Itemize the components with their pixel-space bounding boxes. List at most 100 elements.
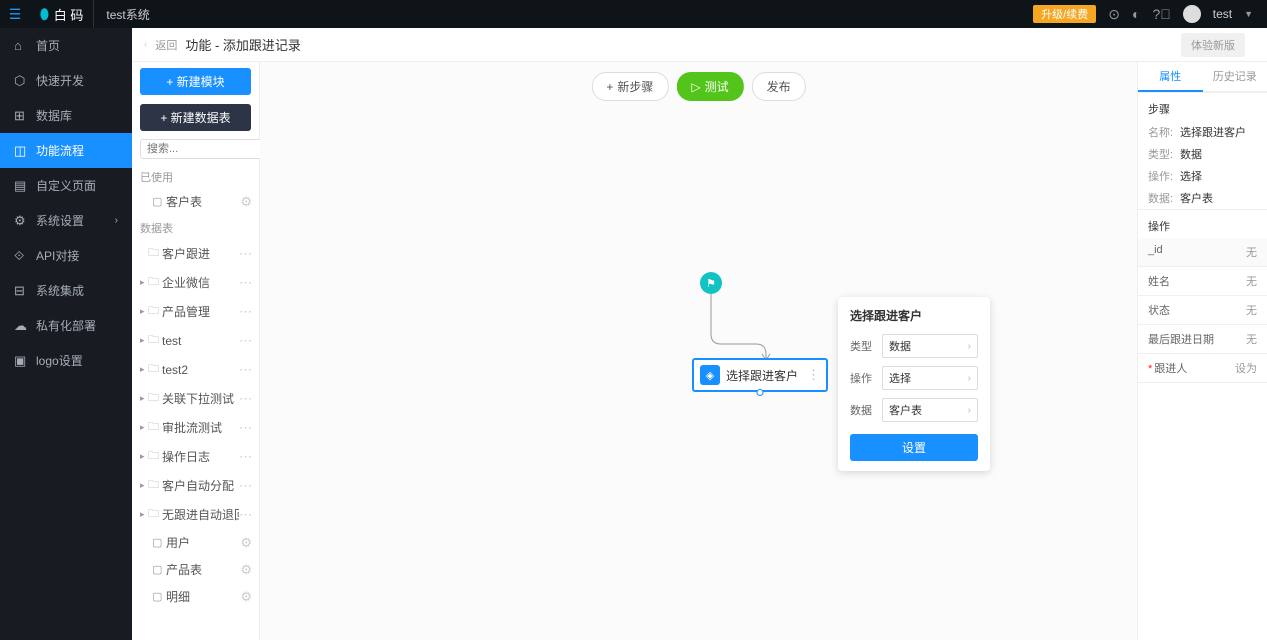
nav-item-API对接[interactable]: ⟐API对接: [0, 238, 132, 273]
more-icon[interactable]: ⋯: [239, 507, 251, 523]
tree-item[interactable]: ▸🗀操作日志⋯: [132, 442, 259, 471]
canvas[interactable]: + 新步骤 ▷ 测试 发布 ⚑ ◈ 选择跟进客户 ⋮ 选择跟进客户 类型数据›操…: [260, 62, 1137, 640]
more-icon[interactable]: ⋯: [239, 246, 251, 262]
menu-toggle-icon[interactable]: ☰: [0, 6, 30, 23]
tree-item[interactable]: ▸🗀客户自动分配⋯: [132, 471, 259, 500]
flow-node-select-customer[interactable]: ◈ 选择跟进客户 ⋮: [692, 358, 828, 392]
nav-item-首页[interactable]: ⌂首页: [0, 28, 132, 63]
nav-item-自定义页面[interactable]: ▤自定义页面: [0, 168, 132, 203]
op-row[interactable]: 状态无: [1138, 296, 1267, 325]
tree-item[interactable]: ▢客户表⚙: [132, 188, 259, 215]
tree-item[interactable]: ▸🗀产品管理⋯: [132, 297, 259, 326]
expand-icon[interactable]: ▸: [140, 451, 148, 462]
popup-select[interactable]: 数据›: [882, 334, 978, 358]
op-key: 状态: [1148, 302, 1170, 318]
start-node[interactable]: ⚑: [700, 272, 722, 294]
new-table-button[interactable]: + 新建数据表: [140, 104, 251, 131]
expand-icon[interactable]: ▸: [140, 422, 148, 433]
op-row[interactable]: 跟进人设为: [1138, 354, 1267, 383]
dashboard-icon[interactable]: ◐: [1132, 6, 1140, 22]
test-button[interactable]: ▷ 测试: [676, 72, 743, 101]
try-new-button[interactable]: 体验新版: [1181, 33, 1245, 57]
expand-icon[interactable]: ▸: [140, 509, 148, 520]
nav-label: 功能流程: [36, 142, 84, 159]
table-icon: ▢: [152, 195, 166, 208]
expand-icon[interactable]: ▸: [140, 364, 148, 375]
tree-item[interactable]: ▸🗀关联下拉测试⋯: [132, 384, 259, 413]
more-icon[interactable]: ⋯: [239, 362, 251, 378]
nav-item-系统设置[interactable]: ⚙系统设置›: [0, 203, 132, 238]
nav-item-系统集成[interactable]: ⊟系统集成: [0, 273, 132, 308]
settings-icon[interactable]: ⚙: [240, 589, 251, 605]
nav-item-logo设置[interactable]: ▣logo设置: [0, 343, 132, 378]
op-row[interactable]: _id无: [1138, 238, 1267, 267]
settings-icon[interactable]: ⚙: [240, 562, 251, 578]
back-chevron-icon[interactable]: ‹: [144, 39, 147, 50]
node-output-port[interactable]: [757, 389, 764, 396]
help-icon[interactable]: ?⃞: [1152, 6, 1170, 22]
more-icon[interactable]: ⋯: [239, 449, 251, 465]
more-icon[interactable]: ⋯: [239, 304, 251, 320]
expand-icon[interactable]: ▸: [140, 306, 148, 317]
logo[interactable]: ⬮ 白 码: [30, 0, 94, 28]
chevron-right-icon: ›: [968, 341, 971, 352]
settings-icon[interactable]: ⚙: [240, 194, 251, 210]
back-link[interactable]: 返回: [155, 37, 177, 53]
more-icon[interactable]: ⋯: [239, 478, 251, 494]
settings-button[interactable]: 设置: [850, 434, 978, 461]
new-step-button[interactable]: + 新步骤: [591, 72, 668, 101]
folder-icon: 🗀: [148, 302, 162, 321]
nav-item-私有化部署[interactable]: ☁私有化部署: [0, 308, 132, 343]
user-dropdown-icon[interactable]: ▼: [1244, 9, 1253, 19]
publish-button[interactable]: 发布: [752, 72, 806, 101]
tab-properties[interactable]: 属性: [1138, 62, 1203, 92]
nav-label: 自定义页面: [36, 177, 96, 194]
more-icon[interactable]: ⋯: [239, 333, 251, 349]
breadcrumb: ‹ 返回 功能 - 添加跟进记录 体验新版: [132, 28, 1267, 62]
popup-select[interactable]: 客户表›: [882, 398, 978, 422]
upgrade-button[interactable]: 升级/续费: [1033, 5, 1096, 23]
prop-key: 数据:: [1148, 190, 1180, 206]
folder-icon: 🗀: [148, 244, 162, 263]
popup-select[interactable]: 选择›: [882, 366, 978, 390]
nav-label: 首页: [36, 37, 60, 54]
more-icon[interactable]: ⋯: [239, 391, 251, 407]
nav-item-快速开发[interactable]: ⬡快速开发: [0, 63, 132, 98]
tree-item[interactable]: ▸🗀无跟进自动退回⋯: [132, 500, 259, 529]
prop-key: 操作:: [1148, 168, 1180, 184]
tree-item[interactable]: ▢用户⚙: [132, 529, 259, 556]
tab-history[interactable]: 历史记录: [1203, 62, 1267, 92]
tree-item[interactable]: ▢产品表⚙: [132, 556, 259, 583]
prop-value: 客户表: [1180, 190, 1213, 206]
avatar[interactable]: [1183, 5, 1201, 23]
more-icon[interactable]: ⋯: [239, 420, 251, 436]
nav-icon: ⬡: [14, 73, 28, 89]
expand-icon[interactable]: ▸: [140, 393, 148, 404]
tree-item[interactable]: ▸🗀审批流测试⋯: [132, 413, 259, 442]
tree-item[interactable]: 🗀客户跟进⋯: [132, 239, 259, 268]
system-name[interactable]: test系统: [94, 6, 161, 23]
expand-icon[interactable]: ▸: [140, 277, 148, 288]
nav-item-功能流程[interactable]: ◫功能流程: [0, 133, 132, 168]
flag-icon: ⚑: [706, 277, 716, 290]
new-module-button[interactable]: + 新建模块: [140, 68, 251, 95]
tree-item[interactable]: ▸🗀企业微信⋯: [132, 268, 259, 297]
more-icon[interactable]: ⋯: [239, 275, 251, 291]
expand-icon[interactable]: ▸: [140, 480, 148, 491]
tree-item[interactable]: ▸🗀test⋯: [132, 326, 259, 355]
tree-item[interactable]: ▢明细⚙: [132, 583, 259, 610]
tree-label: 关联下拉测试: [162, 390, 239, 407]
settings-icon[interactable]: ⚙: [240, 535, 251, 551]
play-icon[interactable]: ⊙: [1108, 6, 1120, 23]
tree-label: 明细: [166, 588, 240, 605]
expand-icon[interactable]: ▸: [140, 335, 148, 346]
node-menu-icon[interactable]: ⋮: [807, 367, 820, 383]
table-icon: ▢: [152, 590, 166, 603]
nav-item-数据库[interactable]: ⊞数据库: [0, 98, 132, 133]
tree-item[interactable]: ▸🗀test2⋯: [132, 355, 259, 384]
tree-section-used: 已使用: [132, 164, 259, 188]
op-key: 跟进人: [1148, 360, 1187, 376]
op-row[interactable]: 姓名无: [1138, 267, 1267, 296]
op-row[interactable]: 最后跟进日期无: [1138, 325, 1267, 354]
nav-label: logo设置: [36, 352, 83, 369]
